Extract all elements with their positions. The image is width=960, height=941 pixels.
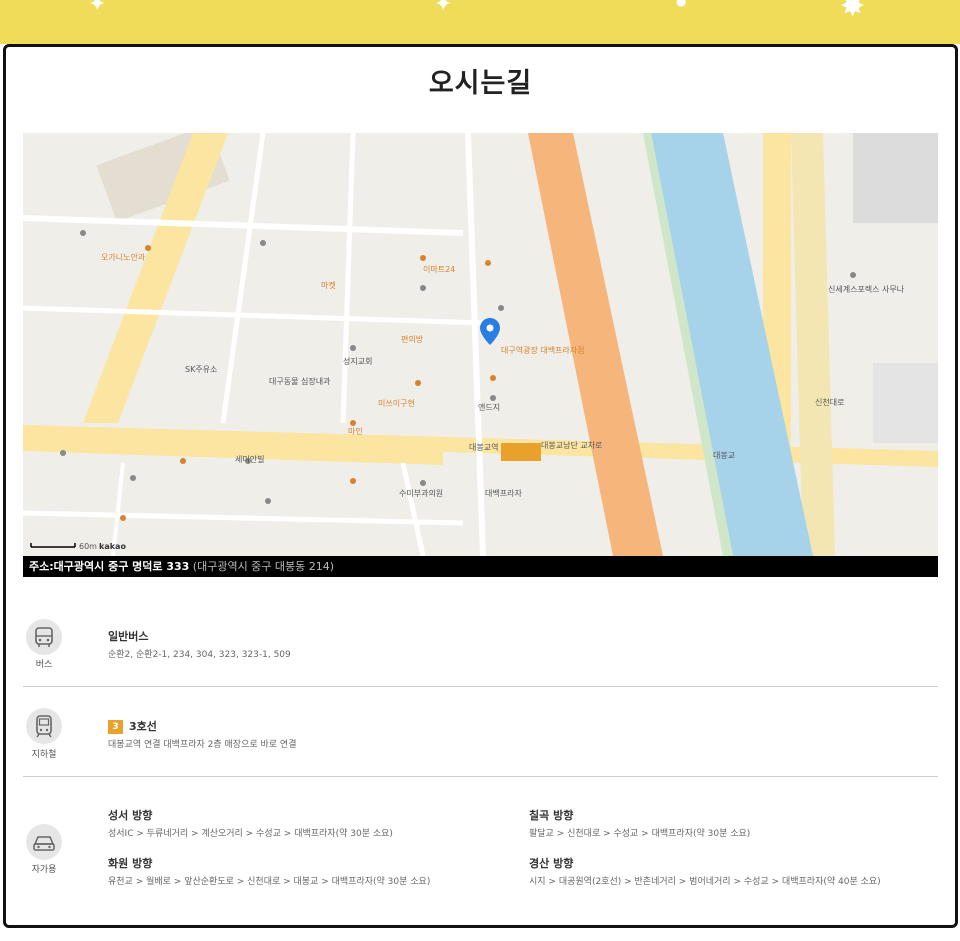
route-title: 성서 방향 bbox=[108, 809, 153, 822]
subway-icon-label: 지하철 bbox=[31, 750, 57, 760]
map-label: 세미안빌 bbox=[235, 455, 265, 464]
map-label: 대봉교남단 교차로 bbox=[541, 441, 603, 450]
map-label: 오가니노안과 bbox=[101, 253, 146, 262]
map-label: 대봉교역 bbox=[469, 443, 499, 452]
map-label: 대백프라자 bbox=[485, 489, 522, 498]
map-pin-label: 대구역광장 대백프라자점 bbox=[501, 346, 585, 355]
route-text: 유천교 > 월배로 > 앞산순환도로 > 신천대로 > 대봉교 > 대백프라자(… bbox=[108, 877, 431, 887]
route-title: 화원 방향 bbox=[108, 857, 153, 870]
map-label: 성지교회 bbox=[343, 357, 373, 366]
subway-icon bbox=[26, 708, 62, 744]
top-banner: ✦ ✦ ● ✸ bbox=[0, 0, 960, 44]
address-sub-text: (대구광역시 중구 대봉동 214) bbox=[192, 560, 335, 573]
bus-icon bbox=[26, 619, 62, 655]
section-divider bbox=[23, 686, 938, 687]
route-title: 경산 방향 bbox=[529, 857, 574, 870]
section-divider bbox=[23, 776, 938, 777]
map-label: 미쓰이구현 bbox=[378, 399, 415, 408]
sparkle-icon: ● bbox=[676, 0, 687, 8]
map-label: 마인 bbox=[348, 427, 363, 436]
map-brand-logo: kakao bbox=[99, 542, 126, 551]
route-title: 칠곡 방향 bbox=[529, 809, 574, 822]
sparkle-icon: ✸ bbox=[840, 0, 866, 24]
bus-title: 일반버스 bbox=[108, 630, 149, 643]
location-map[interactable]: 60m kakao 대구역광장 대백프라자점 대봉교남단 교차로 대봉교 신세계… bbox=[23, 133, 938, 556]
map-label: SK주유소 bbox=[185, 365, 218, 374]
directions-panel: 오시는길 60m kakao 대구역광장 대백프라자점 대봉교남단 교차로 대봉… bbox=[3, 44, 958, 928]
subway-title: 3호선 bbox=[129, 720, 157, 733]
map-label: 편의방 bbox=[401, 335, 424, 344]
sparkle-icon: ✦ bbox=[434, 0, 453, 17]
route-text: 팔달교 > 신천대로 > 수성교 > 대백프라자(약 30분 소요) bbox=[529, 829, 751, 839]
map-label: 엔드지 bbox=[478, 403, 501, 412]
map-label: 수미부과의원 bbox=[399, 489, 444, 498]
map-label: 신세계스포렉스 사무나 bbox=[828, 285, 905, 294]
sparkle-icon: ✦ bbox=[88, 0, 107, 17]
map-label: 대봉교 bbox=[713, 451, 736, 460]
address-bar: 주소:대구광역시 중구 명덕로 333 (대구광역시 중구 대봉동 214) bbox=[23, 556, 938, 577]
map-canvas bbox=[23, 133, 938, 556]
bus-routes: 순환2, 순환2-1, 234, 304, 323, 323-1, 509 bbox=[108, 650, 291, 660]
address-text: 주소:대구광역시 중구 명덕로 333 bbox=[29, 560, 190, 573]
car-icon-label: 자가용 bbox=[31, 865, 57, 875]
map-label: 마켓 bbox=[321, 281, 336, 290]
line3-badge: 3 bbox=[108, 720, 123, 734]
map-scale-text: 60m bbox=[79, 542, 97, 551]
subway-description: 대봉교역 연결 대백프라자 2층 매장으로 바로 연결 bbox=[108, 740, 297, 750]
page-title: 오시는길 bbox=[428, 68, 533, 99]
map-label: 신천대로 bbox=[815, 398, 845, 407]
route-text: 성서IC > 두류네거리 > 계산오거리 > 수성교 > 대백프라자(약 30분… bbox=[108, 829, 393, 839]
map-label: 대구동물 심장내과 bbox=[269, 377, 331, 386]
map-label: 이마트24 bbox=[423, 265, 456, 274]
car-icon bbox=[26, 824, 62, 860]
route-text: 시지 > 대공원역(2호선) > 반촌네거리 > 범어네거리 > 수성교 > 대… bbox=[529, 877, 881, 887]
subway-title-row: 3 3호선 bbox=[108, 718, 157, 734]
bus-icon-label: 버스 bbox=[35, 660, 53, 670]
